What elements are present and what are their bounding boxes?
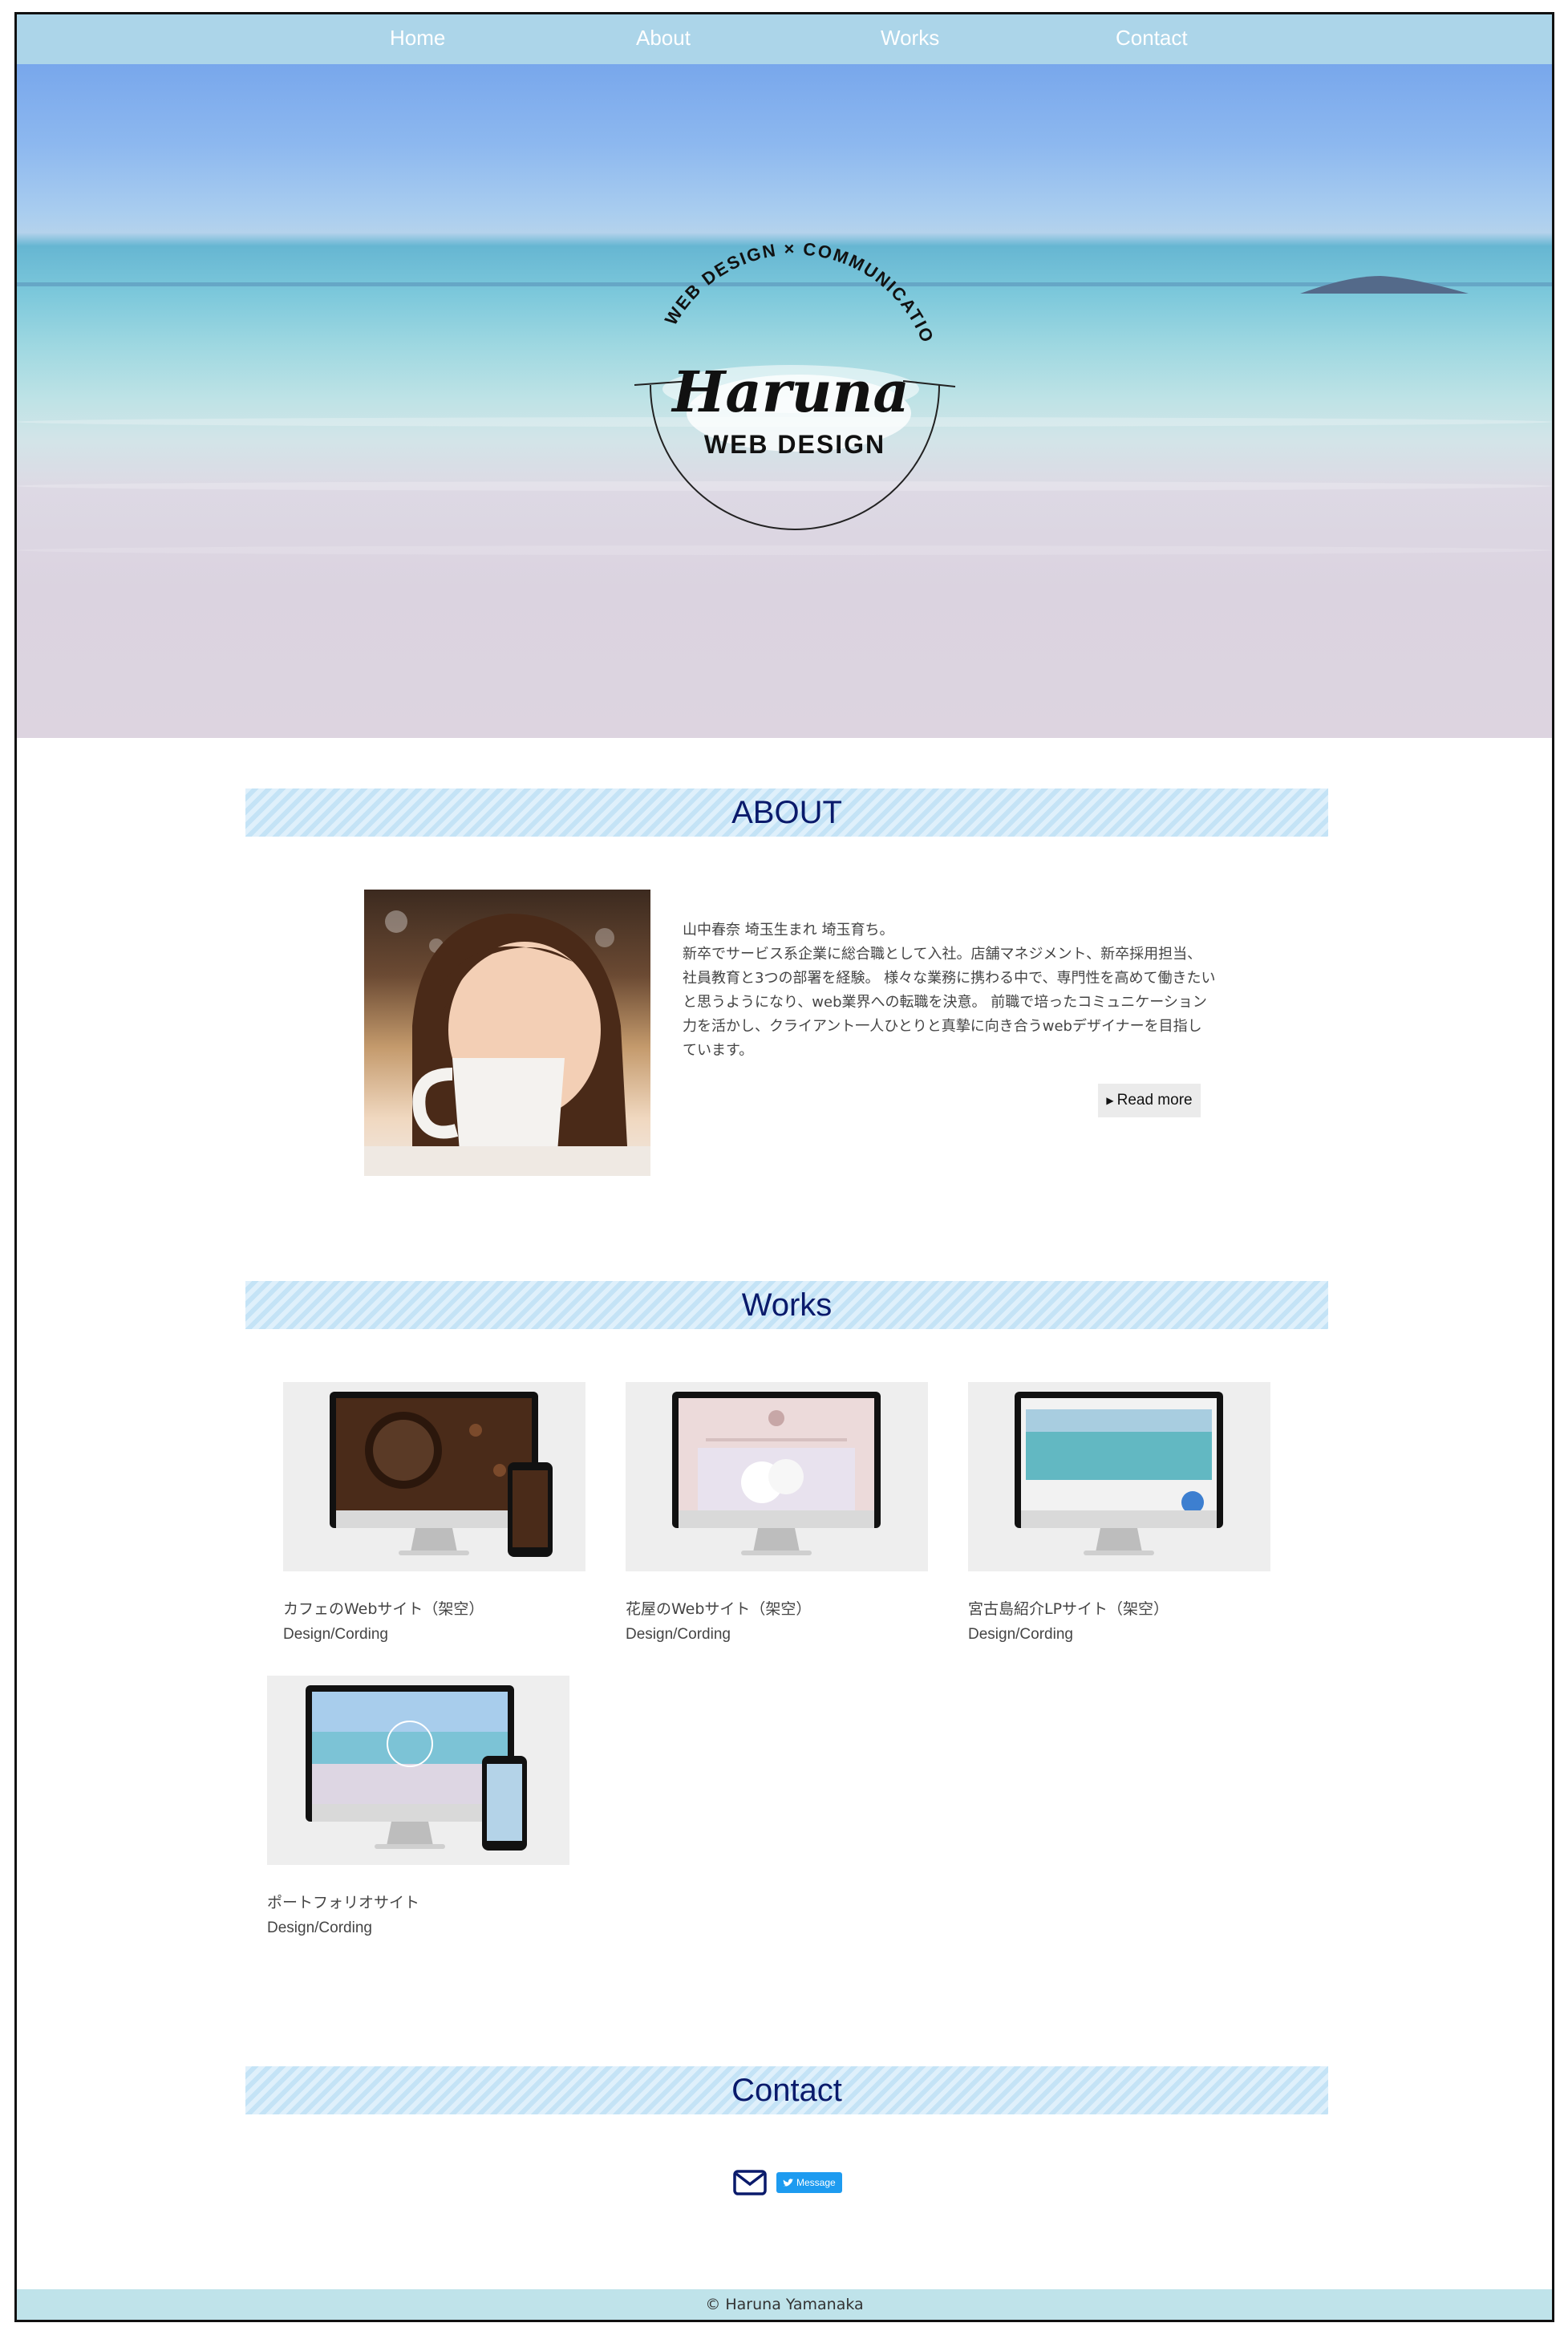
- works-heading-bar: Works: [245, 1281, 1328, 1329]
- work-title: 花屋のWebサイト（架空）: [626, 1600, 812, 1618]
- page-frame: Home About Works Contact WEB DESIGN × CO…: [14, 12, 1554, 2322]
- top-nav: Home About Works Contact: [17, 14, 1552, 64]
- contact-heading: Contact: [731, 2073, 842, 2108]
- profile-photo: [364, 890, 650, 1176]
- work-card-cafe[interactable]: カフェのWebサイト（架空） Design/Cording: [283, 1382, 585, 1647]
- twitter-bird-icon: [783, 2178, 793, 2187]
- logo-sub-text: WEB DESIGN: [704, 430, 885, 459]
- work-card-florist[interactable]: 花屋のWebサイト（架空） Design/Cording: [626, 1382, 928, 1647]
- work-title: 宮古島紹介LPサイト（架空）: [968, 1600, 1169, 1618]
- work-subtitle: Design/Cording: [267, 1919, 372, 1936]
- nav-home-link[interactable]: Home: [390, 26, 445, 51]
- contact-links: Message: [733, 2170, 842, 2195]
- nav-about-link[interactable]: About: [636, 26, 691, 51]
- work-thumb-cafe: [283, 1382, 585, 1571]
- hero-island: [1300, 276, 1469, 294]
- work-card-miyako[interactable]: 宮古島紹介LPサイト（架空） Design/Cording: [968, 1382, 1270, 1647]
- about-bio-text: 山中春奈 埼玉生まれ 埼玉育ち。 新卒でサービス系企業に総合職として入社。店舗マ…: [683, 922, 1216, 1059]
- copyright-text: © Haruna Yamanaka: [705, 2296, 864, 2313]
- footer: © Haruna Yamanaka: [17, 2289, 1552, 2320]
- haruna-logo: WEB DESIGN × COMMUNICATION Haruna WEB DE…: [626, 217, 956, 530]
- nav-works-link[interactable]: Works: [881, 26, 939, 51]
- message-label: Message: [796, 2177, 836, 2188]
- work-subtitle: Design/Cording: [626, 1626, 731, 1643]
- contact-heading-bar: Contact: [245, 2066, 1328, 2114]
- read-more-label: Read more: [1116, 1092, 1193, 1109]
- read-more-button[interactable]: ▶ Read more: [1098, 1084, 1201, 1117]
- mail-icon[interactable]: [733, 2170, 767, 2195]
- nav-contact-link[interactable]: Contact: [1116, 26, 1188, 51]
- work-thumb-portfolio: [267, 1676, 569, 1865]
- work-subtitle: Design/Cording: [968, 1626, 1073, 1643]
- logo-arc-text: WEB DESIGN × COMMUNICATION: [626, 217, 938, 347]
- twitter-message-button[interactable]: Message: [776, 2172, 842, 2193]
- work-thumb-miyako: [968, 1382, 1270, 1571]
- about-heading-bar: ABOUT: [245, 788, 1328, 837]
- works-heading: Works: [741, 1287, 833, 1323]
- work-thumb-florist: [626, 1382, 928, 1571]
- logo-script-text: Haruna: [671, 359, 910, 425]
- work-subtitle: Design/Cording: [283, 1626, 388, 1643]
- work-title: カフェのWebサイト（架空）: [283, 1600, 484, 1618]
- caret-right-icon: ▶: [1106, 1095, 1114, 1106]
- work-card-portfolio[interactable]: ポートフォリオサイト Design/Cording: [267, 1676, 569, 1940]
- about-heading: ABOUT: [731, 795, 842, 830]
- work-title: ポートフォリオサイト: [267, 1894, 420, 1911]
- hero-beach-image: WEB DESIGN × COMMUNICATION Haruna WEB DE…: [17, 64, 1552, 738]
